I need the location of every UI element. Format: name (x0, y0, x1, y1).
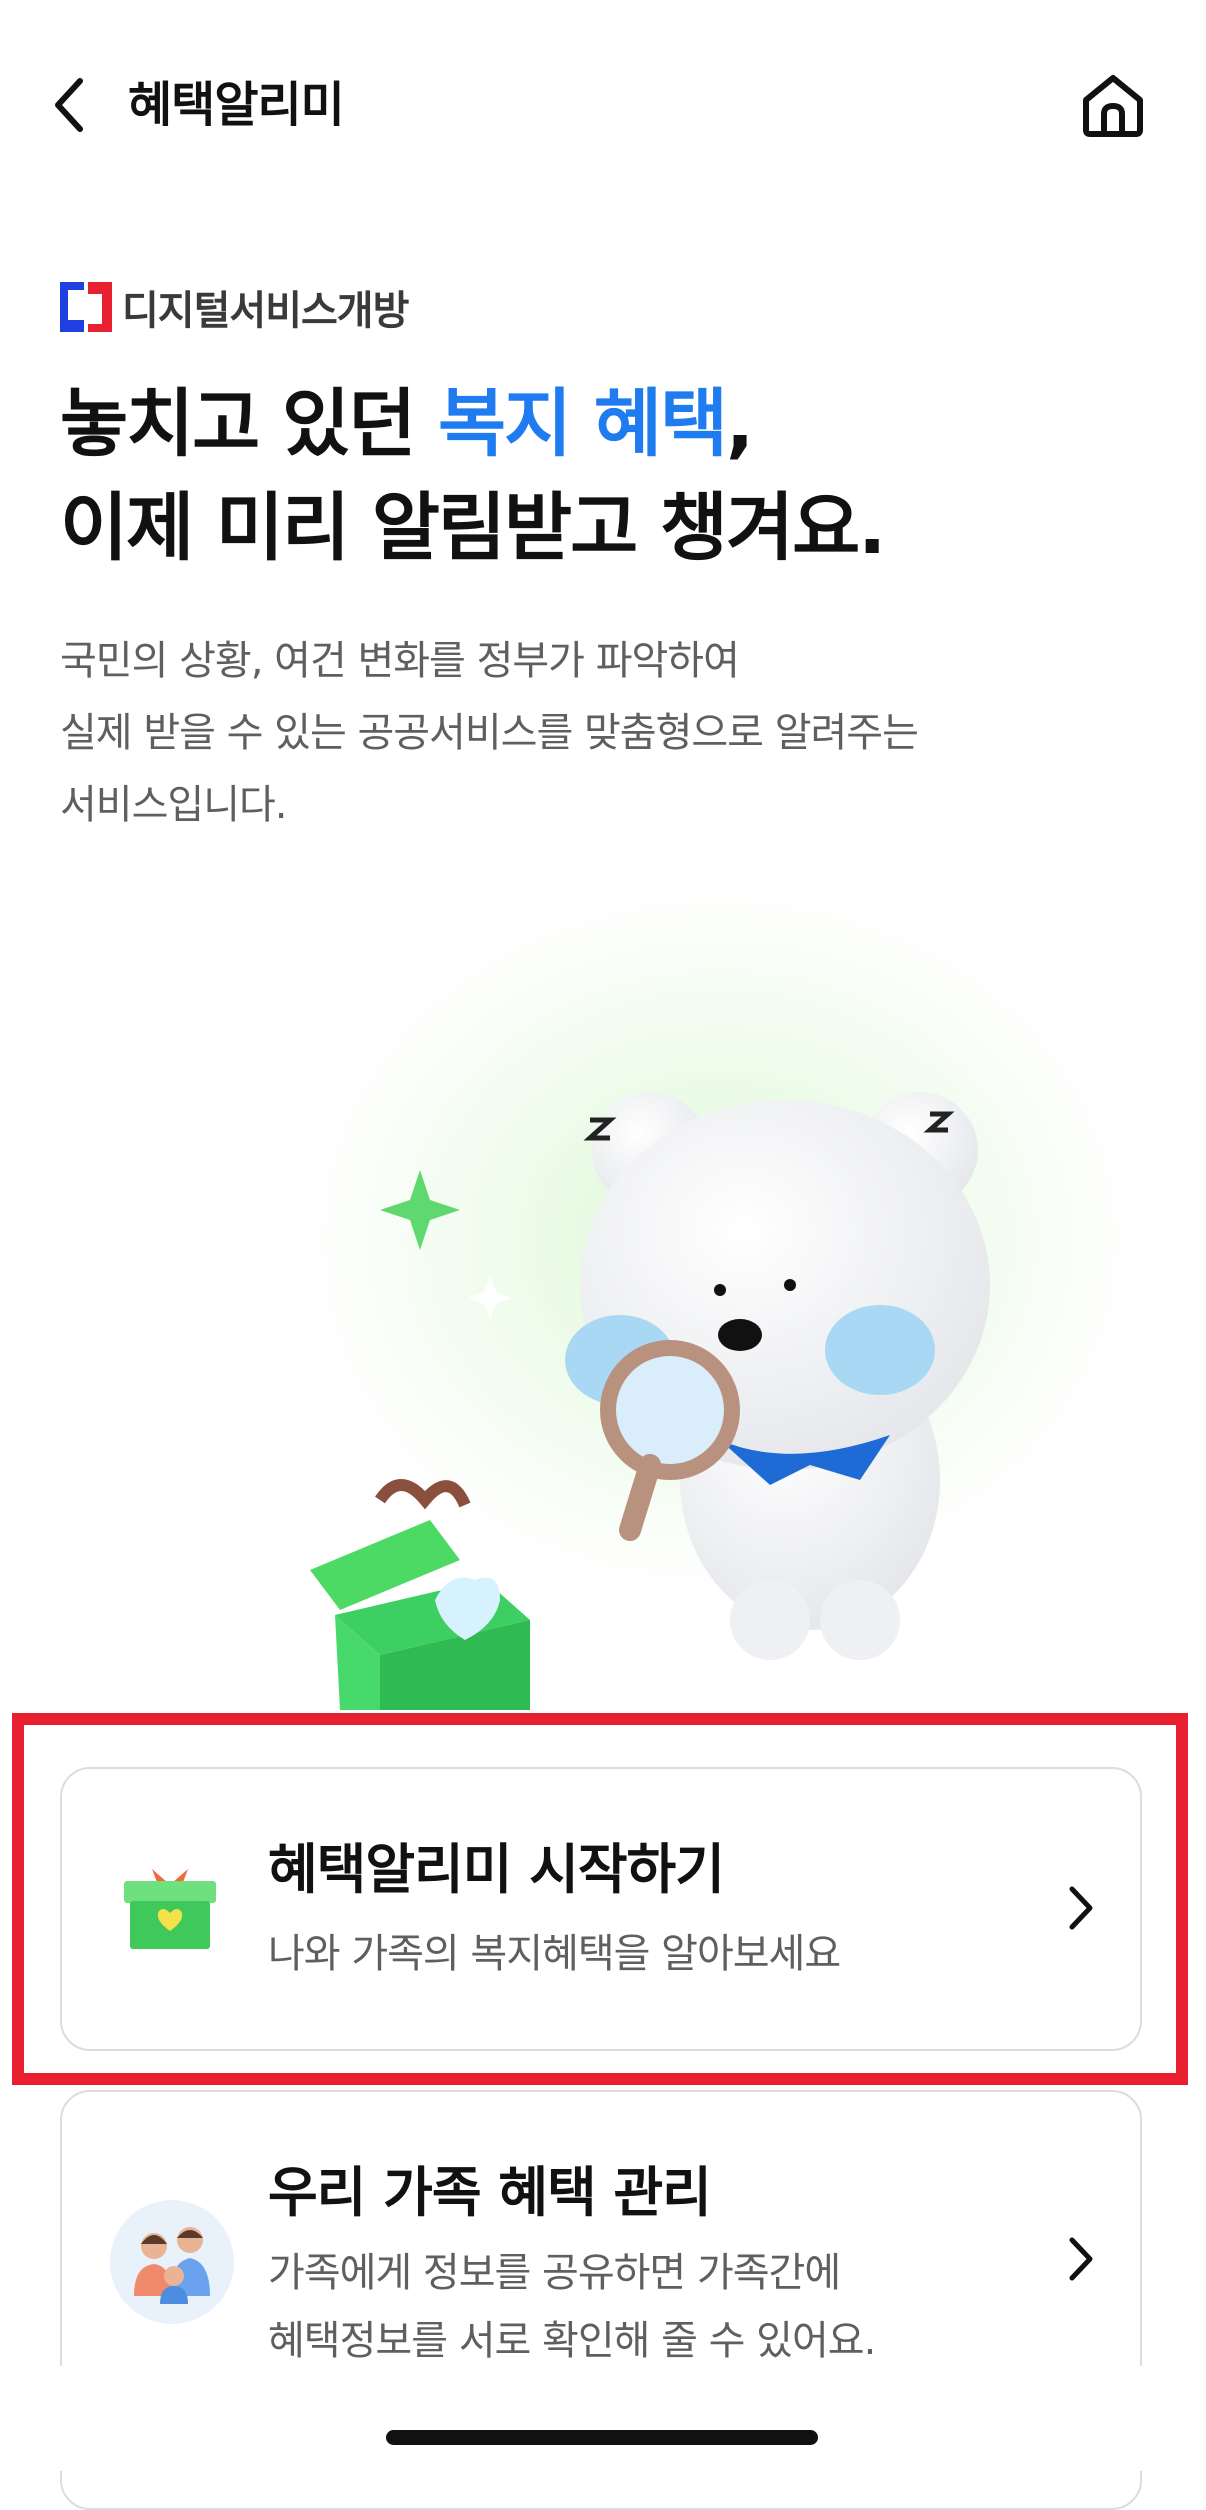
bottom-safe-area (0, 2366, 1206, 2471)
card-title: 우리 가족 혜택 관리 (268, 2161, 712, 2224)
chevron-right-icon (1069, 2237, 1093, 2281)
back-button[interactable] (50, 70, 100, 140)
headline-line1: 놓치고 있던 복지 혜택, (60, 372, 884, 476)
description-line: 실제 받을 수 있는 공공서비스를 맞춤형으로 알려주는 (60, 710, 919, 756)
home-button[interactable] (1078, 70, 1148, 140)
headline-prefix: 놓치고 있던 (60, 381, 438, 467)
headline-line2: 이제 미리 알림받고 챙겨요. (60, 485, 886, 571)
highlight-box (12, 1713, 1188, 2085)
family-icon (110, 2200, 234, 2324)
card-subtitle-line: 가족에게 정보를 공유하면 가족간에 (268, 2250, 841, 2296)
bear-mascot-illustration (250, 880, 1190, 1710)
home-icon (1083, 75, 1143, 137)
description: 국민의 상황, 여건 변화를 정부가 파악하여 실제 받을 수 있는 공공서비스… (60, 625, 919, 841)
brand: 디지털서비스개방 (60, 278, 409, 336)
home-indicator[interactable] (386, 2430, 818, 2445)
description-line: 서비스입니다. (60, 782, 288, 828)
page-title: 혜택알리미 (128, 77, 345, 133)
card-subtitle-line: 혜택정보를 서로 확인해 줄 수 있어요. (268, 2318, 876, 2364)
description-line: 국민의 상황, 여건 변화를 정부가 파악하여 (60, 638, 740, 684)
headline-accent: 복지 혜택 (437, 381, 728, 467)
chevron-left-icon (55, 78, 83, 132)
brand-text: 디지털서비스개방 (122, 288, 409, 334)
digital-service-logo (60, 282, 112, 332)
headline-suffix: , (726, 381, 754, 467)
headline: 놓치고 있던 복지 혜택, 이제 미리 알림받고 챙겨요. (60, 372, 886, 580)
